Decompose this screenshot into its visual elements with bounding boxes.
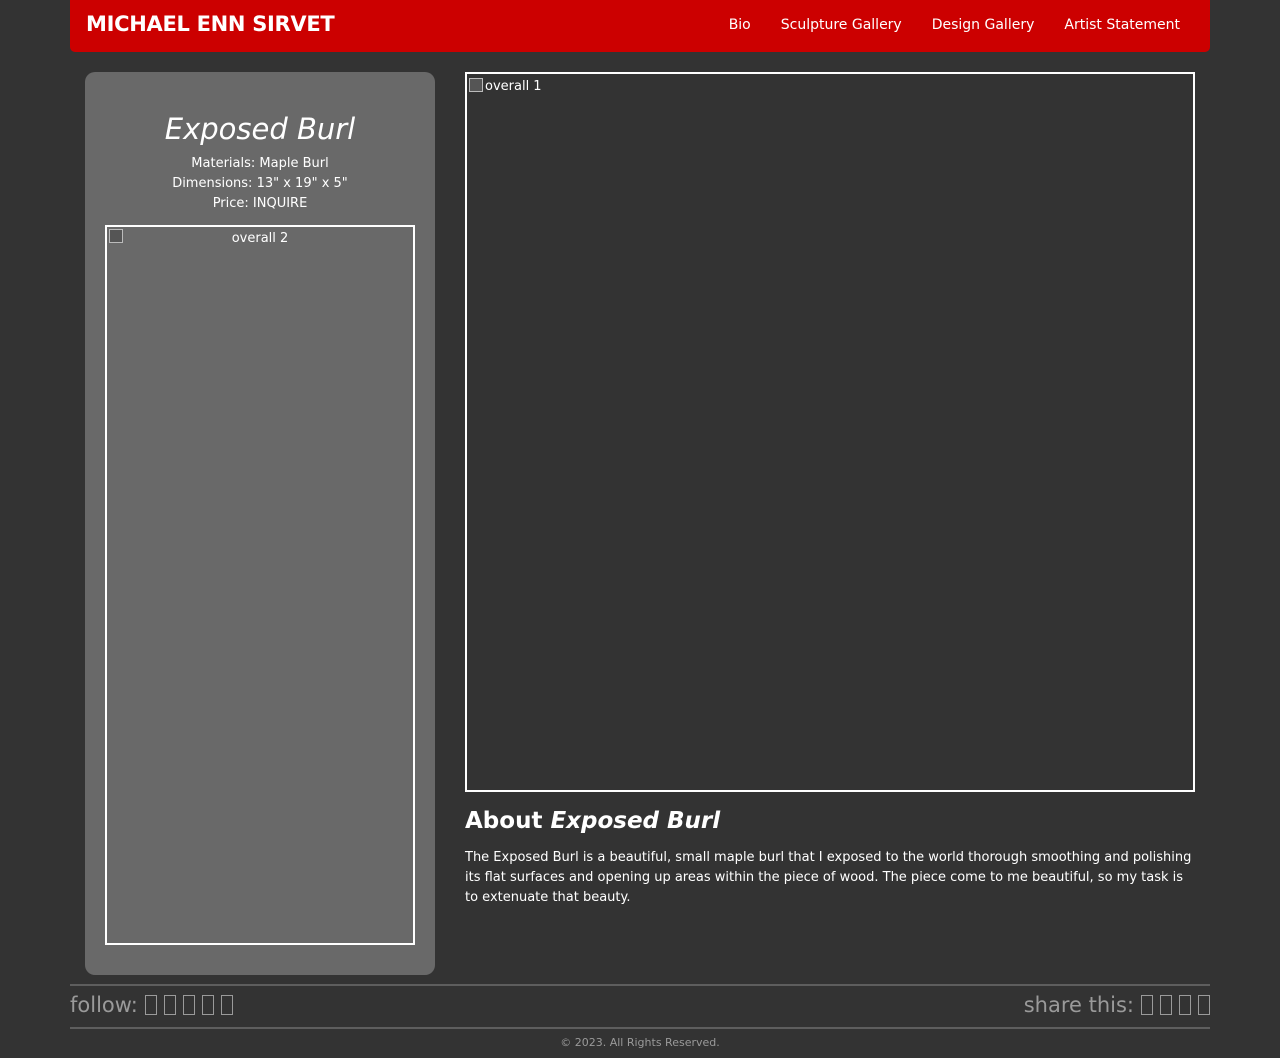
about-artwork-title: Exposed Burl — [550, 808, 721, 834]
follow-label: follow: — [70, 993, 138, 1017]
about-prefix: About — [465, 808, 543, 834]
image-alt-text: overall 1 — [485, 79, 542, 94]
secondary-artwork-image[interactable]: overall 2 — [105, 225, 415, 945]
share-label: share this: — [1023, 993, 1134, 1017]
main-artwork-image[interactable]: overall 1 — [465, 72, 1195, 792]
social-icon[interactable] — [1141, 995, 1153, 1015]
artwork-dimensions: Dimensions: 13" x 19" x 5" — [172, 176, 348, 191]
image-alt-text: overall 2 — [231, 231, 289, 246]
social-icon[interactable] — [1179, 995, 1191, 1015]
share-links: share this: — [1024, 993, 1210, 1017]
nav-bio[interactable]: Bio — [729, 17, 751, 33]
about-description: The Exposed Burl is a beautiful, small m… — [465, 850, 1192, 905]
social-icon[interactable] — [201, 995, 214, 1015]
nav-sculpture-gallery[interactable]: Sculpture Gallery — [781, 17, 902, 33]
image-alt: overall 1 — [469, 78, 542, 94]
social-icon[interactable] — [1198, 995, 1210, 1015]
footer-divider — [70, 984, 1210, 986]
nav-design-gallery[interactable]: Design Gallery — [932, 17, 1035, 33]
follow-links: follow: — [70, 993, 233, 1017]
footer-divider — [70, 1027, 1210, 1029]
social-icon[interactable] — [220, 995, 233, 1015]
artwork-price: Price: INQUIRE — [212, 196, 308, 211]
social-icon[interactable] — [163, 995, 176, 1015]
artwork-details-panel: Exposed Burl Materials: Maple Burl Dimen… — [85, 72, 435, 975]
about-heading: About Exposed Burl — [465, 808, 720, 834]
main-nav: Bio Sculpture Gallery Design Gallery Art… — [729, 17, 1180, 33]
artwork-title: Exposed Burl — [164, 112, 356, 146]
nav-artist-statement[interactable]: Artist Statement — [1064, 17, 1180, 33]
social-icon[interactable] — [1160, 995, 1172, 1015]
artwork-materials: Materials: Maple Burl — [191, 156, 329, 171]
broken-image-icon — [469, 78, 483, 92]
copyright-text: © 2023. All Rights Reserved. — [560, 1036, 720, 1049]
site-header: MICHAEL ENN SIRVET Bio Sculpture Gallery… — [70, 0, 1210, 52]
social-icon[interactable] — [144, 995, 157, 1015]
site-brand[interactable]: MICHAEL ENN SIRVET — [86, 12, 335, 36]
social-icon[interactable] — [182, 995, 195, 1015]
